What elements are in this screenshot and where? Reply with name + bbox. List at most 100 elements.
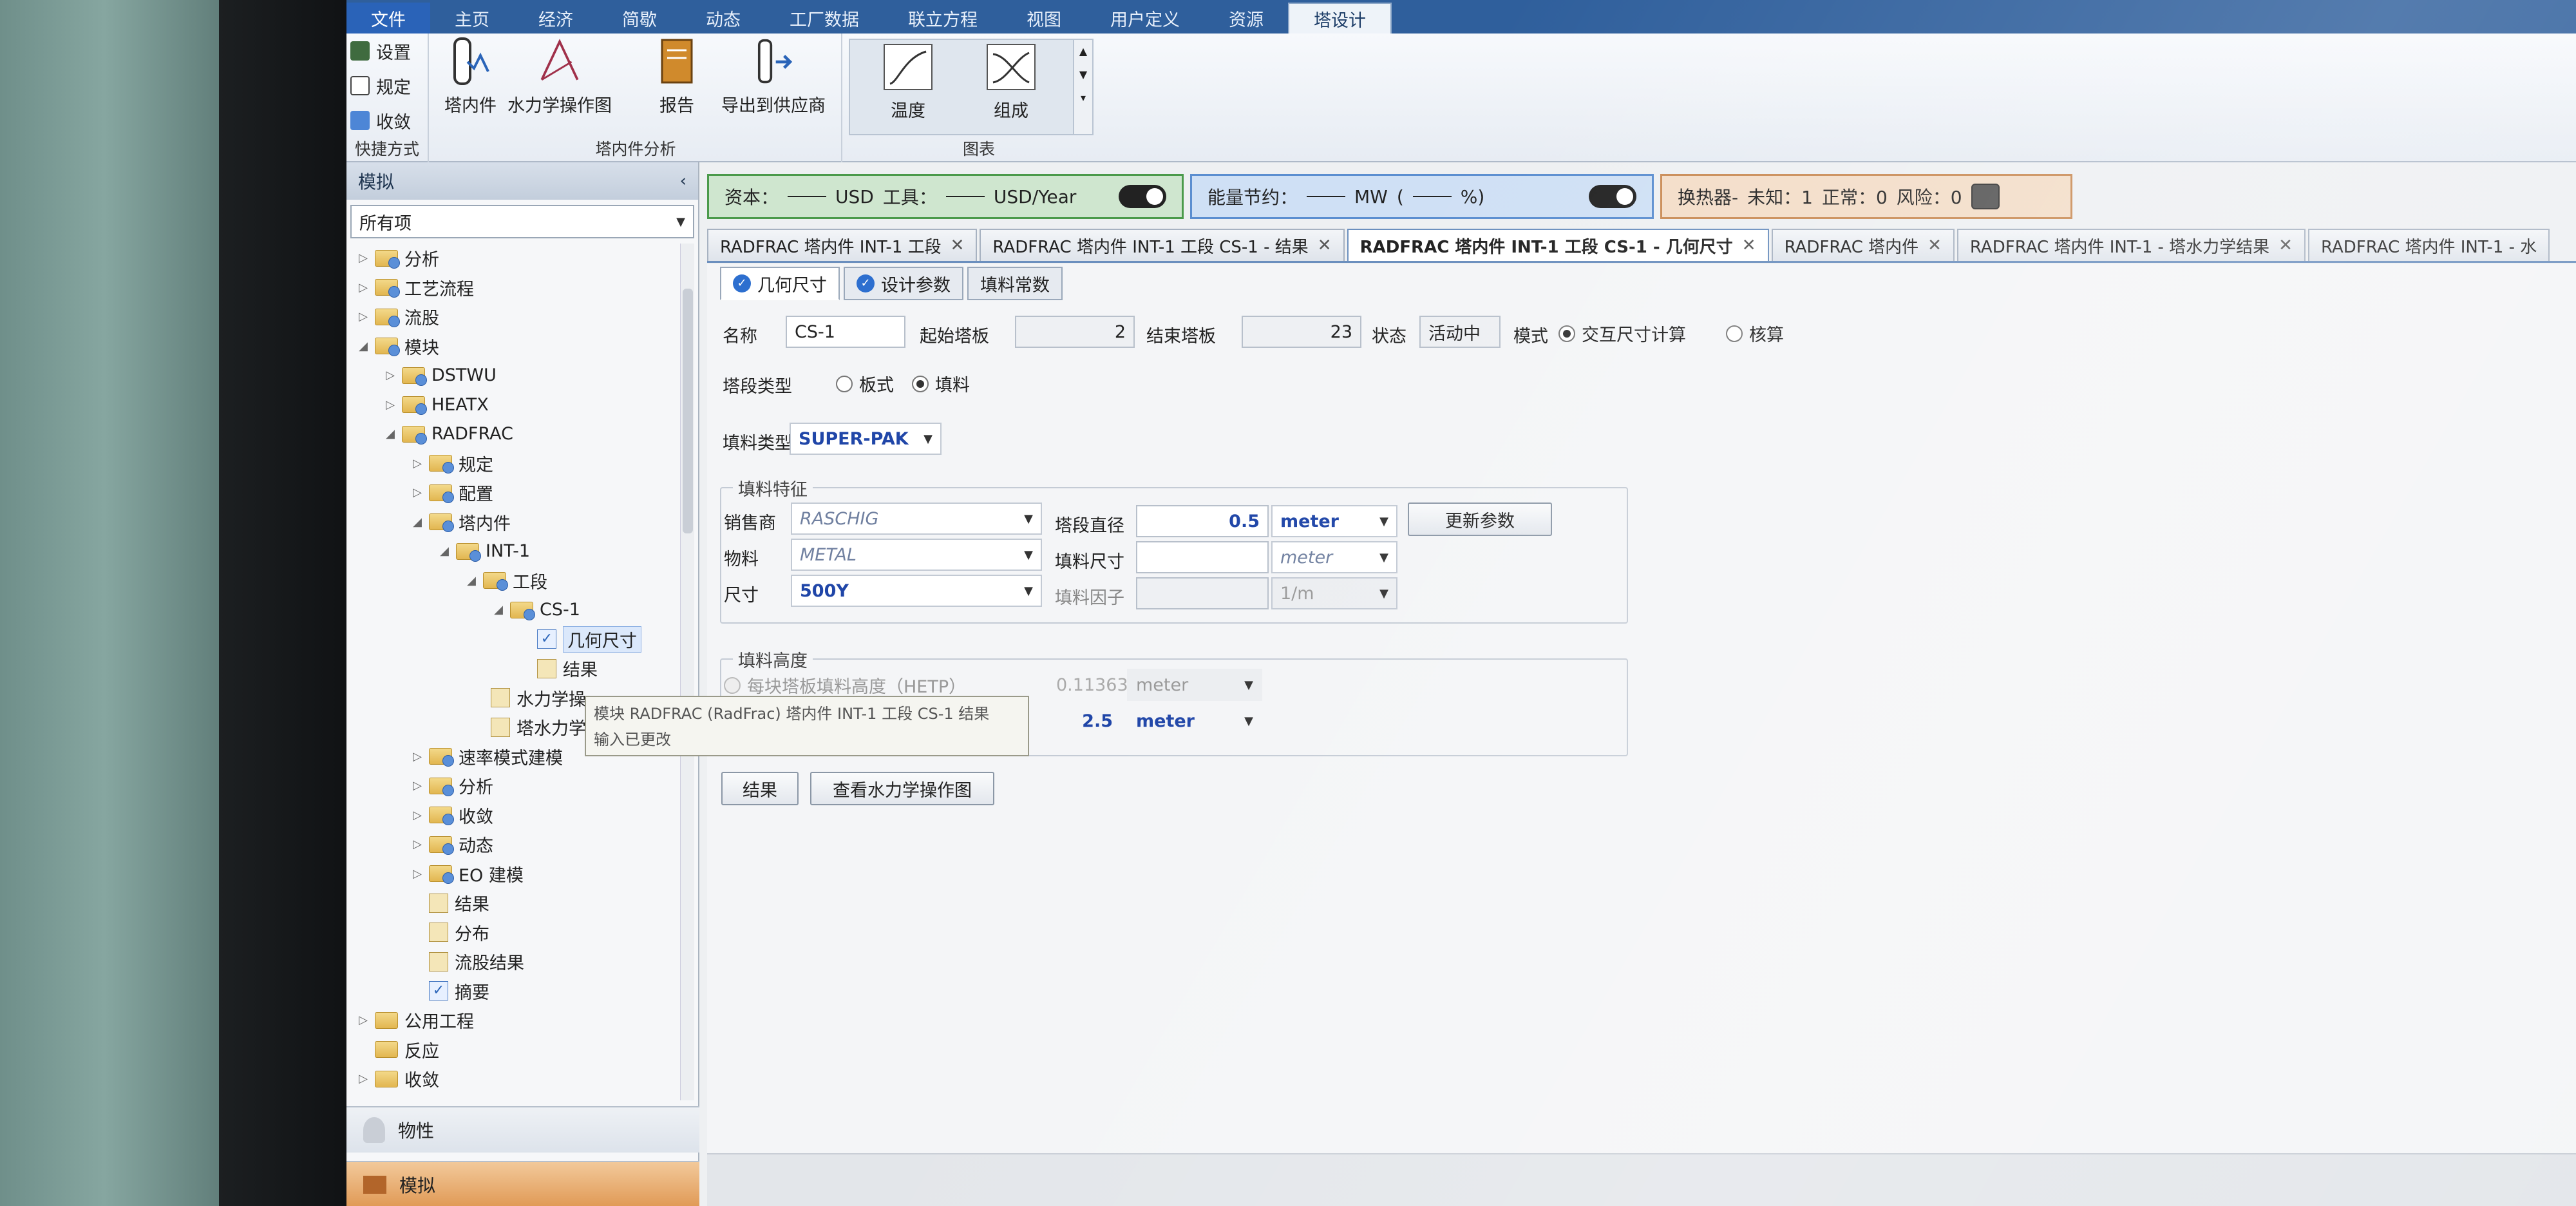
packing-type-select[interactable]: SUPER-PAK ▼ bbox=[790, 423, 942, 455]
tab-view[interactable]: 视图 bbox=[1002, 3, 1086, 34]
tree-item-dstwu[interactable]: ▷ DSTWU bbox=[346, 361, 681, 390]
collapse-icon[interactable]: ◢ bbox=[355, 340, 371, 353]
size-select[interactable]: 500Y ▼ bbox=[791, 575, 1042, 607]
expand-icon[interactable]: ▷ bbox=[355, 1072, 371, 1086]
tree-item-block-analysis[interactable]: ▷ 分析 bbox=[346, 771, 681, 801]
composition-chart-button[interactable]: 组成 bbox=[966, 44, 1056, 122]
mode-interactive-radio[interactable]: 交互尺寸计算 bbox=[1558, 321, 1686, 346]
tree-item-block-dynamics[interactable]: ▷ 动态 bbox=[346, 830, 681, 859]
tab-home[interactable]: 主页 bbox=[430, 3, 514, 34]
tab-resources[interactable]: 资源 bbox=[1204, 3, 1288, 34]
expand-icon[interactable]: ▷ bbox=[410, 809, 425, 822]
close-icon[interactable]: ✕ bbox=[2278, 236, 2293, 255]
tree-item-results[interactable]: 结果 bbox=[346, 654, 681, 684]
tab-simplify[interactable]: 简歇 bbox=[598, 3, 681, 34]
expand-icon[interactable]: ▷ bbox=[410, 486, 425, 499]
tree-item-internals[interactable]: ◢ 塔内件 bbox=[346, 508, 681, 537]
doc-tab-cs1-results[interactable]: RADFRAC 塔内件 INT-1 工段 CS-1 - 结果 ✕ bbox=[980, 229, 1345, 261]
collapse-icon[interactable]: ◢ bbox=[491, 603, 506, 617]
collapse-icon[interactable]: ◢ bbox=[410, 515, 425, 529]
hydraulic-plot-button[interactable]: 水力学操作图 bbox=[507, 36, 612, 117]
hx-options-icon[interactable] bbox=[1971, 184, 2000, 209]
close-icon[interactable]: ✕ bbox=[951, 236, 965, 255]
tree-item-profiles[interactable]: 分布 bbox=[346, 918, 681, 948]
report-button[interactable]: 报告 bbox=[653, 36, 701, 117]
tree-item-reactions[interactable]: 反应 bbox=[346, 1035, 681, 1065]
tree-item-sections[interactable]: ◢ 工段 bbox=[346, 566, 681, 596]
tab-dynamics[interactable]: 动态 bbox=[681, 3, 765, 34]
expand-icon[interactable]: ▷ bbox=[383, 368, 398, 382]
quick-spec[interactable]: 规定 bbox=[346, 68, 428, 103]
export-vendor-button[interactable]: 导出到供应商 bbox=[721, 36, 826, 117]
tab-file[interactable]: 文件 bbox=[346, 3, 430, 34]
tree-item-analysis[interactable]: ▷ 分析 bbox=[346, 244, 681, 273]
tree-item-utilities[interactable]: ▷ 公用工程 bbox=[346, 1006, 681, 1035]
end-stage-field[interactable]: 23 bbox=[1242, 316, 1361, 348]
expand-icon[interactable]: ▷ bbox=[410, 838, 425, 851]
expand-icon[interactable]: ▷ bbox=[383, 398, 398, 412]
tree-item-stream-results[interactable]: 流股结果 bbox=[346, 947, 681, 977]
expand-icon[interactable]: ▷ bbox=[410, 779, 425, 792]
tree-item-heatx[interactable]: ▷ HEATX bbox=[346, 390, 681, 420]
close-icon[interactable]: ✕ bbox=[1318, 236, 1332, 255]
tree-item-convergence[interactable]: ▷ 收敛 bbox=[346, 1064, 681, 1094]
tree-item-block-results[interactable]: 结果 bbox=[346, 888, 681, 918]
internals-button[interactable]: 塔内件 bbox=[444, 36, 497, 117]
close-icon[interactable]: ✕ bbox=[1927, 236, 1942, 255]
close-icon[interactable]: ✕ bbox=[1742, 236, 1756, 255]
tree-item-blocks[interactable]: ◢ 模块 bbox=[346, 332, 681, 361]
update-parameters-button[interactable]: 更新参数 bbox=[1408, 503, 1552, 536]
expand-icon[interactable]: ▷ bbox=[355, 1013, 371, 1027]
expand-icon[interactable]: ▷ bbox=[355, 251, 371, 265]
tree-item-summary[interactable]: ✓ 摘要 bbox=[346, 977, 681, 1006]
expand-icon[interactable]: ▷ bbox=[410, 750, 425, 763]
tab-plant-data[interactable]: 工厂数据 bbox=[765, 3, 884, 34]
doc-tab-hydraulic-results[interactable]: RADFRAC 塔内件 INT-1 - 塔水力学结果 ✕ bbox=[1956, 229, 2306, 261]
tree-item-eo-modeling[interactable]: ▷ EO 建模 bbox=[346, 859, 681, 889]
tab-column-design[interactable]: 塔设计 bbox=[1288, 3, 1392, 34]
tree-item-streams[interactable]: ▷ 流股 bbox=[346, 302, 681, 332]
quick-convergence[interactable]: 收敛 bbox=[346, 103, 428, 138]
tree-item-block-convergence[interactable]: ▷ 收敛 bbox=[346, 801, 681, 830]
expand-icon[interactable]: ▷ bbox=[410, 457, 425, 470]
collapse-icon[interactable]: ◢ bbox=[464, 574, 479, 588]
type-tray-radio[interactable]: 板式 bbox=[836, 371, 894, 396]
vendor-select[interactable]: RASCHIG ▼ bbox=[791, 503, 1042, 535]
packing-size-unit-select[interactable]: meter ▼ bbox=[1271, 541, 1397, 573]
quick-setup[interactable]: 设置 bbox=[346, 34, 428, 68]
tab-geometry[interactable]: ✓ 几何尺寸 bbox=[720, 267, 840, 300]
name-field[interactable]: CS-1 bbox=[786, 316, 905, 348]
properties-nav-button[interactable]: 物性 bbox=[346, 1106, 699, 1153]
tree-item-radfrac[interactable]: ◢ RADFRAC bbox=[346, 419, 681, 449]
tree-item-flowsheet[interactable]: ▷ 工艺流程 bbox=[346, 273, 681, 303]
type-packed-radio[interactable]: 填料 bbox=[912, 371, 970, 396]
diameter-unit-select[interactable]: meter ▼ bbox=[1271, 505, 1397, 537]
doc-tab-hydraulic-plot[interactable]: RADFRAC 塔内件 INT-1 - 水 bbox=[2307, 229, 2550, 261]
nav-filter-select[interactable]: 所有项 ▼ bbox=[350, 205, 694, 238]
collapse-icon[interactable]: ◢ bbox=[383, 427, 398, 441]
diameter-field[interactable]: 0.5 bbox=[1136, 505, 1269, 537]
doc-tab-cs1-geometry[interactable]: RADFRAC 塔内件 INT-1 工段 CS-1 - 几何尺寸 ✕ bbox=[1347, 229, 1769, 261]
doc-tab-internals[interactable]: RADFRAC 塔内件 ✕ bbox=[1771, 229, 1955, 261]
tree-item-geometry[interactable]: ✓ 几何尺寸 bbox=[346, 625, 681, 655]
nav-scroll-thumb[interactable] bbox=[683, 289, 693, 533]
expand-icon[interactable]: ▷ bbox=[410, 867, 425, 881]
tab-customize[interactable]: 用户定义 bbox=[1086, 3, 1204, 34]
tab-design-params[interactable]: ✓ 设计参数 bbox=[844, 267, 963, 300]
tree-item-int-1[interactable]: ◢ INT-1 bbox=[346, 537, 681, 566]
simulation-nav-button[interactable]: 模拟 bbox=[346, 1161, 699, 1206]
tab-economics[interactable]: 经济 bbox=[514, 3, 598, 34]
packing-size-field[interactable] bbox=[1136, 541, 1269, 573]
temperature-chart-button[interactable]: 温度 bbox=[863, 44, 953, 122]
collapse-icon[interactable]: ‹ bbox=[680, 171, 687, 191]
collapse-icon[interactable]: ◢ bbox=[437, 544, 452, 558]
tab-packing-constants[interactable]: 填料常数 bbox=[967, 267, 1063, 300]
doc-tab-sections[interactable]: RADFRAC 塔内件 INT-1 工段 ✕ bbox=[707, 229, 978, 261]
hetp-radio[interactable]: 每块塔板填料高度（HETP） bbox=[724, 673, 966, 698]
tree-item-spec[interactable]: ▷ 规定 bbox=[346, 449, 681, 479]
nav-scrollbar[interactable] bbox=[680, 244, 694, 1100]
tree-item-config[interactable]: ▷ 配置 bbox=[346, 478, 681, 508]
view-hydraulic-plot-button[interactable]: 查看水力学操作图 bbox=[810, 772, 994, 805]
cost-toggle[interactable] bbox=[1119, 185, 1166, 208]
expand-icon[interactable]: ▷ bbox=[355, 310, 371, 323]
